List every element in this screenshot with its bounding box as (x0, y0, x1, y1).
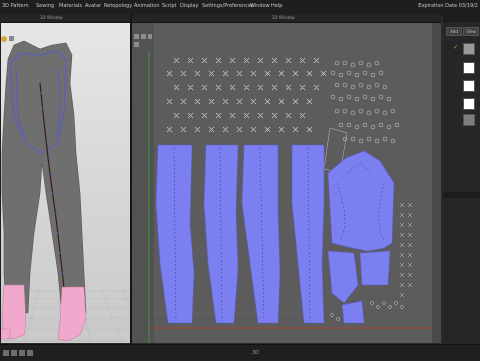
hip-piece-right[interactable] (359, 250, 391, 286)
menu-item-retopology[interactable]: Retopology (104, 2, 132, 10)
fabric-swatch-2[interactable] (463, 62, 475, 74)
menu-item-avatar[interactable]: Avatar (85, 2, 101, 10)
fabric-swatch-3[interactable] (463, 80, 475, 92)
property-editor-header (443, 192, 480, 198)
left-panel-titlebar: 3D Window (0, 14, 130, 23)
edit-tool-icon[interactable] (148, 34, 152, 39)
menu-item-script[interactable]: Script (162, 2, 177, 10)
check-icon: ✓ (453, 44, 459, 51)
fabric-swatch-5[interactable] (463, 114, 475, 126)
menu-item-animation[interactable]: Animation (134, 2, 160, 10)
status-icon-2[interactable] (11, 350, 17, 356)
status-bar: 3D (0, 344, 480, 361)
left-panel-title: 3D Window (40, 15, 63, 20)
view-button[interactable]: View (463, 27, 479, 36)
status-icon-4[interactable] (27, 350, 33, 356)
status-label: 3D (252, 350, 260, 356)
right-panel: Add View ✓ (443, 14, 480, 344)
select-tool-icon[interactable] (134, 34, 139, 39)
3d-viewport[interactable] (0, 23, 130, 343)
grid-tool-icon[interactable] (134, 42, 139, 47)
add-button[interactable]: Add (446, 27, 462, 36)
view-mode-icon[interactable] (9, 36, 14, 41)
vertical-scrollbar[interactable] (432, 23, 441, 343)
menu-item-sewing[interactable]: Sewing (36, 2, 54, 10)
status-icon-1[interactable] (3, 350, 9, 356)
fabric-swatch-1[interactable] (463, 43, 475, 55)
expiration-date: Expiration Date 03/19/2 (418, 3, 478, 9)
menu-item-window[interactable]: Window (250, 2, 270, 10)
menu-item-3d-pattern[interactable]: 3D Pattern (2, 2, 29, 10)
2d-pattern-canvas (132, 23, 441, 343)
center-panel-titlebar: 2D Window (132, 14, 441, 23)
menu-bar: 3D Pattern Sewing Materials Avatar Retop… (0, 0, 480, 15)
small-piece[interactable] (341, 300, 365, 324)
menu-item-materials[interactable]: Materials (59, 2, 82, 10)
3d-scene (0, 23, 130, 343)
status-icon-3[interactable] (19, 350, 25, 356)
transform-tool-icon[interactable] (141, 34, 146, 39)
fabric-swatch-4[interactable] (463, 98, 475, 110)
avatar-icon[interactable] (1, 36, 7, 42)
menu-item-settings[interactable]: Settings/Preferences (202, 2, 254, 10)
center-panel-title: 2D Window (272, 15, 295, 20)
2d-viewport[interactable] (132, 23, 441, 343)
menu-item-display[interactable]: Display (180, 2, 198, 10)
menu-item-help[interactable]: Help (271, 2, 282, 10)
